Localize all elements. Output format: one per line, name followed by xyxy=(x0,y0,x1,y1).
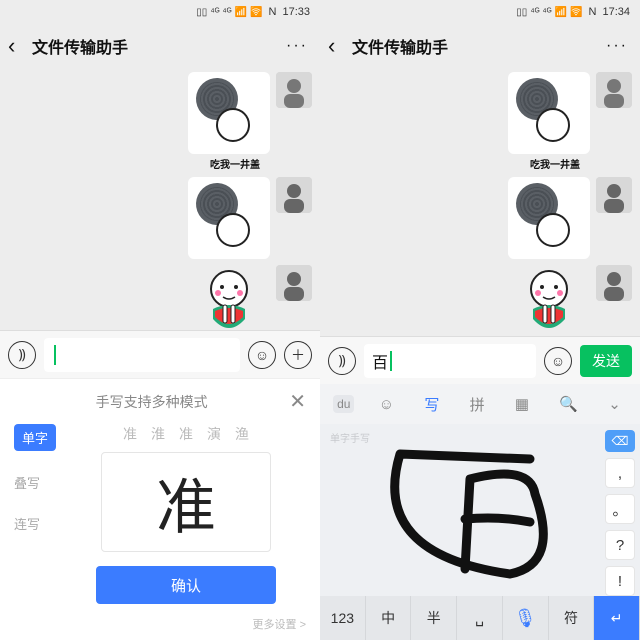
plus-button[interactable]: ＋ xyxy=(284,341,312,369)
ime-toolbar: du ☺ 写 拼 ▦ 🔍 ⌄ xyxy=(320,384,640,424)
message-row xyxy=(8,72,312,154)
ime-panel: 手写支持多种模式 ✕ 单字 叠写 连写 准 淮 准 演 渔 xyxy=(0,378,320,640)
avatar[interactable] xyxy=(596,72,632,108)
close-ime-button[interactable]: ✕ xyxy=(289,389,306,414)
text-input[interactable] xyxy=(44,338,240,372)
message-row xyxy=(328,177,632,259)
more-button[interactable]: ··· xyxy=(606,37,632,55)
message-row xyxy=(328,265,632,336)
sticker-manhole-2[interactable] xyxy=(508,177,590,259)
back-button[interactable]: ‹ xyxy=(8,33,32,59)
punct-key[interactable]: ? xyxy=(605,530,635,560)
handwriting-area[interactable]: 单字手写 ⌫ , 。 ? ! xyxy=(320,424,640,596)
candidate[interactable]: 淮 xyxy=(151,424,165,444)
ime-mode-list: 单字 叠写 连写 xyxy=(14,420,56,604)
chat-header: ‹ 文件传输助手 ··· xyxy=(0,24,320,68)
num-key[interactable]: 123 xyxy=(320,596,366,640)
nfc-icon: N xyxy=(589,6,597,18)
message-row xyxy=(8,177,312,259)
sticker-manhole-2[interactable] xyxy=(188,177,270,259)
mode-stack[interactable]: 叠写 xyxy=(14,473,56,492)
sticker-watermelon[interactable] xyxy=(188,265,270,330)
nfc-icon: N xyxy=(269,6,277,18)
message-row xyxy=(8,265,312,330)
chat-title: 文件传输助手 xyxy=(352,34,606,58)
chat-scroll[interactable]: 吃我一井盖 xyxy=(320,68,640,336)
handwritten-stroke xyxy=(320,424,600,596)
handwriting-canvas[interactable]: 准 xyxy=(101,452,271,552)
mode-continuous[interactable]: 连写 xyxy=(14,514,56,533)
avatar[interactable] xyxy=(596,265,632,301)
avatar[interactable] xyxy=(276,265,312,301)
ime-clipboard-tab[interactable]: ▦ xyxy=(509,391,535,417)
sticker-caption: 吃我一井盖 xyxy=(8,156,312,171)
voice-button[interactable]: ⸩ xyxy=(328,347,356,375)
sticker-manhole-1[interactable] xyxy=(188,72,270,154)
ime-bottom-row: 123 中 半 ␣ 🎙 符 ↵ xyxy=(320,596,640,640)
hw-area-hint: 单字手写 xyxy=(330,430,370,445)
symbol-key[interactable]: 符 xyxy=(549,596,595,640)
punct-key[interactable]: , xyxy=(605,458,635,488)
phone-left: ▯▯⁴ᴳ ⁴ᴳ📶🛜 N 17:33 ‹ 文件传输助手 ··· 吃我一井盖 xyxy=(0,0,320,640)
clock: 17:33 xyxy=(282,6,310,18)
sticker-watermelon[interactable] xyxy=(508,265,590,336)
ime-search-tab[interactable]: 🔍 xyxy=(553,391,584,417)
avatar[interactable] xyxy=(596,177,632,213)
more-button[interactable]: ··· xyxy=(286,37,312,55)
candidate-row: 准 淮 准 演 渔 xyxy=(123,420,249,452)
backspace-key[interactable]: ⌫ xyxy=(605,430,635,452)
sticker-caption: 吃我一井盖 xyxy=(328,156,632,171)
text-input[interactable]: 百 xyxy=(364,344,536,378)
hw-side-keys: ⌫ , 。 ? ! xyxy=(600,424,640,596)
ime-emoji-tab[interactable]: ☺ xyxy=(373,392,400,417)
lang-key[interactable]: 中 xyxy=(366,596,412,640)
punct-key[interactable]: ! xyxy=(605,566,635,596)
candidate[interactable]: 演 xyxy=(207,424,221,444)
sticker-manhole-1[interactable] xyxy=(508,72,590,154)
avatar[interactable] xyxy=(276,72,312,108)
input-bar: ⸩ 百 ☺ 发送 xyxy=(320,336,640,384)
handwritten-glyph: 准 xyxy=(156,459,216,546)
clock: 17:34 xyxy=(602,6,630,18)
candidate[interactable]: 渔 xyxy=(235,424,249,444)
back-button[interactable]: ‹ xyxy=(328,33,352,59)
input-bar: ⸩ ☺ ＋ xyxy=(0,330,320,378)
emoji-button[interactable]: ☺ xyxy=(544,347,572,375)
message-row xyxy=(328,72,632,154)
ime-hint: 手写支持多种模式 xyxy=(14,392,289,412)
send-button[interactable]: 发送 xyxy=(580,345,632,377)
chat-header: ‹ 文件传输助手 ··· xyxy=(320,24,640,68)
status-bar: ▯▯⁴ᴳ ⁴ᴳ📶🛜 N 17:34 xyxy=(320,0,640,24)
mode-single[interactable]: 单字 xyxy=(14,424,56,451)
phone-right: ▯▯⁴ᴳ ⁴ᴳ📶🛜 N 17:34 ‹ 文件传输助手 ··· 吃我一井盖 xyxy=(320,0,640,640)
candidate[interactable]: 准 xyxy=(179,424,193,444)
space-key[interactable]: ␣ xyxy=(457,596,503,640)
signal-icons: ▯▯⁴ᴳ ⁴ᴳ📶🛜 xyxy=(516,7,582,18)
chat-title: 文件传输助手 xyxy=(32,34,286,58)
punct-key[interactable]: 。 xyxy=(605,494,635,524)
ime-handwrite-tab[interactable]: 写 xyxy=(418,390,445,419)
mic-key[interactable]: 🎙 xyxy=(503,596,549,640)
enter-key[interactable]: ↵ xyxy=(594,596,640,640)
candidate[interactable]: 准 xyxy=(123,424,137,444)
ime-collapse-button[interactable]: ⌄ xyxy=(602,391,627,417)
chat-scroll[interactable]: 吃我一井盖 xyxy=(0,68,320,330)
ime-pinyin-tab[interactable]: 拼 xyxy=(464,390,491,419)
width-key[interactable]: 半 xyxy=(411,596,457,640)
signal-icons: ▯▯⁴ᴳ ⁴ᴳ📶🛜 xyxy=(196,7,262,18)
status-bar: ▯▯⁴ᴳ ⁴ᴳ📶🛜 N 17:33 xyxy=(0,0,320,24)
voice-button[interactable]: ⸩ xyxy=(8,341,36,369)
ime-logo[interactable]: du xyxy=(333,395,354,413)
emoji-button[interactable]: ☺ xyxy=(248,341,276,369)
more-settings-link[interactable]: 更多设置 > xyxy=(0,610,320,640)
avatar[interactable] xyxy=(276,177,312,213)
confirm-button[interactable]: 确认 xyxy=(96,566,276,604)
